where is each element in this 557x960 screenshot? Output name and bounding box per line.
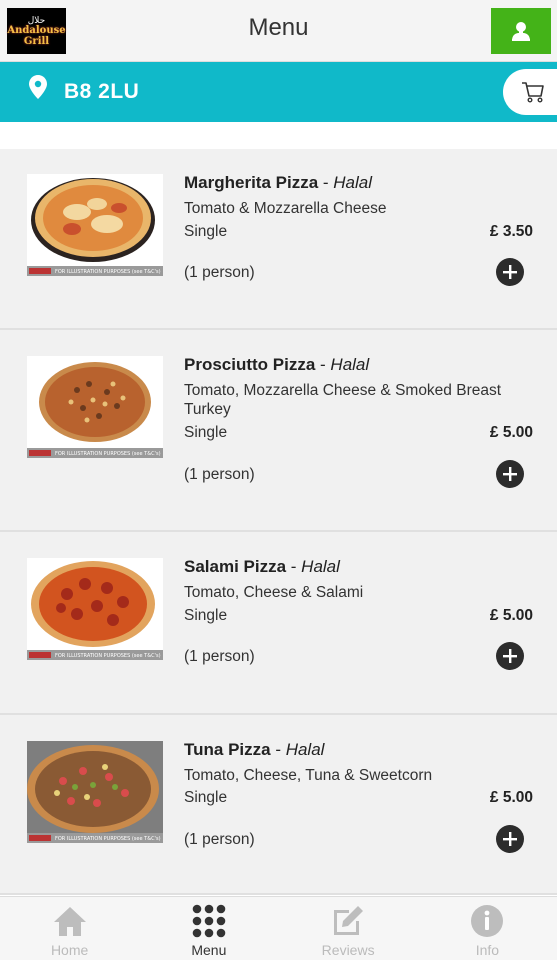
add-to-cart-button[interactable] bbox=[496, 825, 524, 853]
nav-label-reviews: Reviews bbox=[321, 942, 375, 958]
bottom-navigation: Home Menu Reviews Info bbox=[0, 896, 557, 960]
nav-home[interactable]: Home bbox=[0, 897, 139, 960]
plus-icon bbox=[503, 467, 517, 481]
halal-tag: Halal bbox=[285, 740, 325, 759]
item-description: Tomato, Cheese & Salami bbox=[184, 584, 364, 601]
item-size: Single bbox=[184, 424, 228, 441]
item-serves: (1 person) bbox=[184, 831, 255, 848]
item-price: £ 5.00 bbox=[489, 607, 533, 624]
item-serves: (1 person) bbox=[184, 648, 255, 665]
item-name: Tuna Pizza bbox=[184, 740, 271, 759]
item-name: Prosciutto Pizza bbox=[184, 355, 316, 374]
item-description: Tomato & Mozzarella Cheese bbox=[184, 200, 387, 217]
nav-info[interactable]: Info bbox=[418, 897, 557, 960]
item-price: £ 5.00 bbox=[489, 789, 533, 806]
edit-icon bbox=[330, 903, 366, 939]
menu-item[interactable]: FOR ILLUSTRATION PURPOSES (see T&C's) Ma… bbox=[0, 149, 557, 330]
nav-label-menu: Menu bbox=[191, 942, 227, 958]
postcode-label: B8 2LU bbox=[64, 80, 140, 103]
item-serves: (1 person) bbox=[184, 264, 255, 281]
grid-icon bbox=[191, 903, 227, 939]
illustration-note: FOR ILLUSTRATION PURPOSES (see T&C's) bbox=[55, 836, 161, 842]
item-name: Salami Pizza bbox=[184, 557, 287, 576]
item-title: Salami Pizza - Halal bbox=[184, 557, 340, 576]
illustration-note: FOR ILLUSTRATION PURPOSES (see T&C's) bbox=[55, 653, 161, 659]
pizza-image: FOR ILLUSTRATION PURPOSES (see T&C's) bbox=[27, 558, 163, 660]
item-serves: (1 person) bbox=[184, 466, 255, 483]
location-bar[interactable]: B8 2LU bbox=[0, 62, 557, 122]
pizza-image: FOR ILLUSTRATION PURPOSES (see T&C's) bbox=[27, 174, 163, 276]
item-name: Margherita Pizza bbox=[184, 173, 319, 192]
item-size: Single bbox=[184, 607, 228, 624]
page-title: Menu bbox=[248, 14, 309, 41]
illustration-note: FOR ILLUSTRATION PURPOSES (see T&C's) bbox=[55, 451, 161, 457]
item-size: Single bbox=[184, 789, 228, 806]
nav-label-home: Home bbox=[50, 942, 89, 958]
nav-reviews[interactable]: Reviews bbox=[279, 897, 418, 960]
plus-icon bbox=[503, 649, 517, 663]
add-to-cart-button[interactable] bbox=[496, 460, 524, 488]
app-header: حلال Andalouse Grill Menu bbox=[0, 0, 557, 62]
pizza-image: FOR ILLUSTRATION PURPOSES (see T&C's) bbox=[27, 356, 163, 458]
illustration-note: FOR ILLUSTRATION PURPOSES (see T&C's) bbox=[55, 269, 161, 275]
cart-icon bbox=[522, 82, 544, 103]
item-title: Prosciutto Pizza - Halal bbox=[184, 355, 370, 374]
user-icon bbox=[512, 22, 530, 41]
plus-icon bbox=[503, 832, 517, 846]
halal-tag: Halal bbox=[333, 173, 373, 192]
add-to-cart-button[interactable] bbox=[496, 642, 524, 670]
menu-item[interactable]: FOR ILLUSTRATION PURPOSES (see T&C's) Pr… bbox=[0, 330, 557, 532]
item-price: £ 5.00 bbox=[489, 424, 533, 441]
item-description: Tomato, Cheese, Tuna & Sweetcorn bbox=[184, 767, 433, 784]
location-pin-icon bbox=[29, 75, 47, 99]
item-title: Margherita Pizza - Halal bbox=[184, 173, 373, 192]
info-icon bbox=[469, 903, 505, 939]
nav-menu[interactable]: Menu bbox=[139, 897, 278, 960]
item-price: £ 3.50 bbox=[489, 223, 533, 240]
account-button[interactable] bbox=[491, 8, 551, 54]
add-to-cart-button[interactable] bbox=[496, 258, 524, 286]
home-icon bbox=[52, 903, 88, 939]
pizza-image: FOR ILLUSTRATION PURPOSES (see T&C's) bbox=[27, 741, 163, 843]
menu-item[interactable]: FOR ILLUSTRATION PURPOSES (see T&C's) Tu… bbox=[0, 715, 557, 895]
nav-label-info: Info bbox=[475, 942, 500, 958]
item-description: Tomato, Mozzarella Cheese & Smoked Breas… bbox=[184, 382, 502, 418]
menu-item-list: FOR ILLUSTRATION PURPOSES (see T&C's) Ma… bbox=[0, 149, 557, 895]
item-title: Tuna Pizza - Halal bbox=[184, 740, 325, 759]
halal-tag: Halal bbox=[301, 557, 340, 576]
plus-icon bbox=[503, 265, 517, 279]
menu-item[interactable]: FOR ILLUSTRATION PURPOSES (see T&C's) Sa… bbox=[0, 532, 557, 715]
halal-tag: Halal bbox=[330, 355, 370, 374]
item-size: Single bbox=[184, 223, 228, 240]
cart-button[interactable] bbox=[503, 69, 557, 115]
